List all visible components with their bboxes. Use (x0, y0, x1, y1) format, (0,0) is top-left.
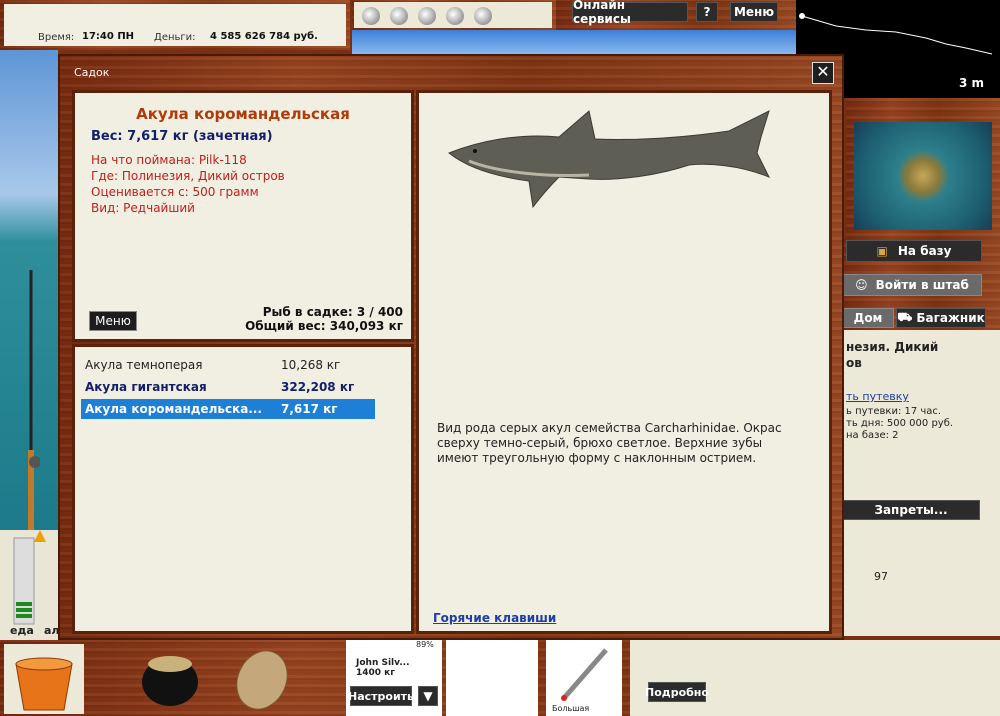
list-item-name: Акула гигантская (85, 380, 207, 394)
hotkeys-link[interactable]: Горячие клавиши (433, 611, 556, 625)
fish-caught-on: На что поймана: Pilk-118 (91, 153, 247, 167)
fish-description-panel: Вид рода серых акул семейства Carcharhin… (416, 90, 832, 634)
fish-kind: Вид: Редчайший (91, 201, 195, 215)
counter-value: 97 (874, 570, 888, 583)
reels-bar (352, 0, 556, 30)
shark-image (448, 110, 771, 209)
info-strip (630, 640, 1000, 716)
reel-weight: 1400 кг (356, 668, 395, 678)
fish-name: Акула коромандельская (136, 105, 350, 123)
fish-info-panel: Акула коромандельская Вес: 7,617 кг (зач… (72, 90, 414, 342)
list-item-weight: 7,617 кг (281, 402, 338, 416)
depth-value: 3 m (958, 76, 984, 90)
status-bar: Время: 17:40 ПН Деньги: 4 585 626 784 ру… (0, 0, 350, 50)
reel-icon[interactable] (474, 7, 492, 25)
fish-location: Где: Полинезия, Дикий остров (91, 169, 285, 183)
location-title-1: незия. Дикий (846, 340, 939, 354)
sky-view (352, 30, 796, 56)
fish-menu-button[interactable]: Меню (89, 311, 137, 331)
close-button[interactable]: ✕ (812, 62, 834, 84)
lure-slot[interactable]: Большая (546, 640, 622, 716)
map-panel (846, 98, 1000, 238)
buy-voucher-link[interactable]: ть путевку (846, 390, 909, 403)
to-base-button[interactable]: ▣ На базу (846, 240, 982, 262)
fish-count: Рыб в садке: 3 / 400 (262, 305, 403, 319)
help-button[interactable]: ? (696, 2, 718, 22)
dropdown-button[interactable]: ▼ (418, 686, 438, 706)
fish-weight: Вес: 7,617 кг (зачетная) (91, 129, 273, 144)
bucket-slot[interactable] (4, 644, 84, 714)
lure-label: Большая (552, 704, 590, 713)
fish-description: Вид рода серых акул семейства Carcharhin… (437, 421, 782, 465)
island-map[interactable] (854, 122, 992, 230)
food-meter: еда ал (0, 530, 59, 640)
list-item-name: Акула коромандельска... (85, 402, 262, 416)
configure-button[interactable]: Настроить (348, 686, 414, 706)
fish-list: Акула темноперая 10,268 кг Акула гигантс… (72, 344, 414, 634)
trunk-label: Багажник (916, 311, 985, 325)
close-icon: ✕ (816, 62, 830, 81)
bans-button[interactable]: Запреты... (842, 500, 980, 520)
empty-slot[interactable] (446, 640, 538, 716)
details-button[interactable]: Подробно (645, 682, 709, 702)
reel-icon[interactable] (418, 7, 436, 25)
keepnet-dialog: Садок ✕ Акула коромандельская Вес: 7,617… (58, 54, 844, 640)
net-bag-icon[interactable] (226, 642, 296, 712)
online-services-button[interactable]: Онлайн сервисы (572, 0, 688, 26)
location-panel: незия. Дикий ов ть путевку ь путевки: 17… (842, 330, 1000, 636)
dialog-title: Садок (74, 66, 110, 79)
chevron-down-icon: ▼ (423, 689, 433, 703)
list-item[interactable]: Акула темноперая 10,268 кг (81, 355, 375, 375)
reels-bar-panel (354, 2, 552, 28)
fish-valued-from: Оценивается с: 500 грамм (91, 185, 259, 199)
enter-hq-button[interactable]: ☺ Войти в штаб (842, 274, 982, 296)
to-base-label: На базу (897, 244, 952, 258)
lure-icon (561, 648, 608, 701)
total-weight: Общий вес: 340,093 кг (245, 319, 403, 333)
food-label: еда (10, 624, 34, 637)
time-value: 17:40 ПН (82, 31, 135, 42)
location-title-2: ов (846, 356, 862, 370)
trunk-button[interactable]: ⛟ Багажник (896, 308, 986, 328)
voucher-day-price: ть дня: 500 000 руб. (846, 418, 954, 429)
list-item[interactable]: Акула гигантская 322,208 кг (81, 377, 375, 397)
fishing-rod-icon (22, 270, 41, 530)
reel-name: John Silv... (356, 658, 410, 668)
on-base-count: на базе: 2 (846, 430, 899, 441)
bottom-bar: John Silv... 1400 кг 89% Настроить ▼ Бол… (0, 640, 1000, 716)
list-item-weight: 322,208 кг (281, 380, 355, 394)
list-item-name: Акула темноперая (85, 358, 203, 372)
home-button[interactable]: Дом (842, 308, 894, 328)
reel-icon[interactable] (390, 7, 408, 25)
main-menu-button[interactable]: Меню (730, 2, 778, 22)
enter-hq-label: Войти в штаб (875, 278, 969, 292)
money-value: 4 585 626 784 руб. (210, 31, 318, 42)
reel-icon[interactable] (446, 7, 464, 25)
car-icon: ⛟ (897, 310, 913, 324)
bucket-icon (15, 657, 73, 711)
reel-percent: 89% (416, 640, 434, 649)
people-icon: ☺ (855, 278, 868, 292)
list-item-weight: 10,268 кг (281, 358, 341, 372)
reel-icon[interactable] (362, 7, 380, 25)
time-label: Время: (38, 32, 75, 43)
list-item-selected[interactable]: Акула коромандельска... 7,617 кг (81, 399, 375, 419)
chest-icon: ▣ (876, 244, 888, 258)
status-bar-panel: Время: 17:40 ПН Деньги: 4 585 626 784 ру… (4, 4, 346, 46)
pot-icon[interactable] (130, 646, 210, 710)
money-label: Деньги: (154, 32, 196, 43)
voucher-time: ь путевки: 17 час. (846, 406, 942, 417)
